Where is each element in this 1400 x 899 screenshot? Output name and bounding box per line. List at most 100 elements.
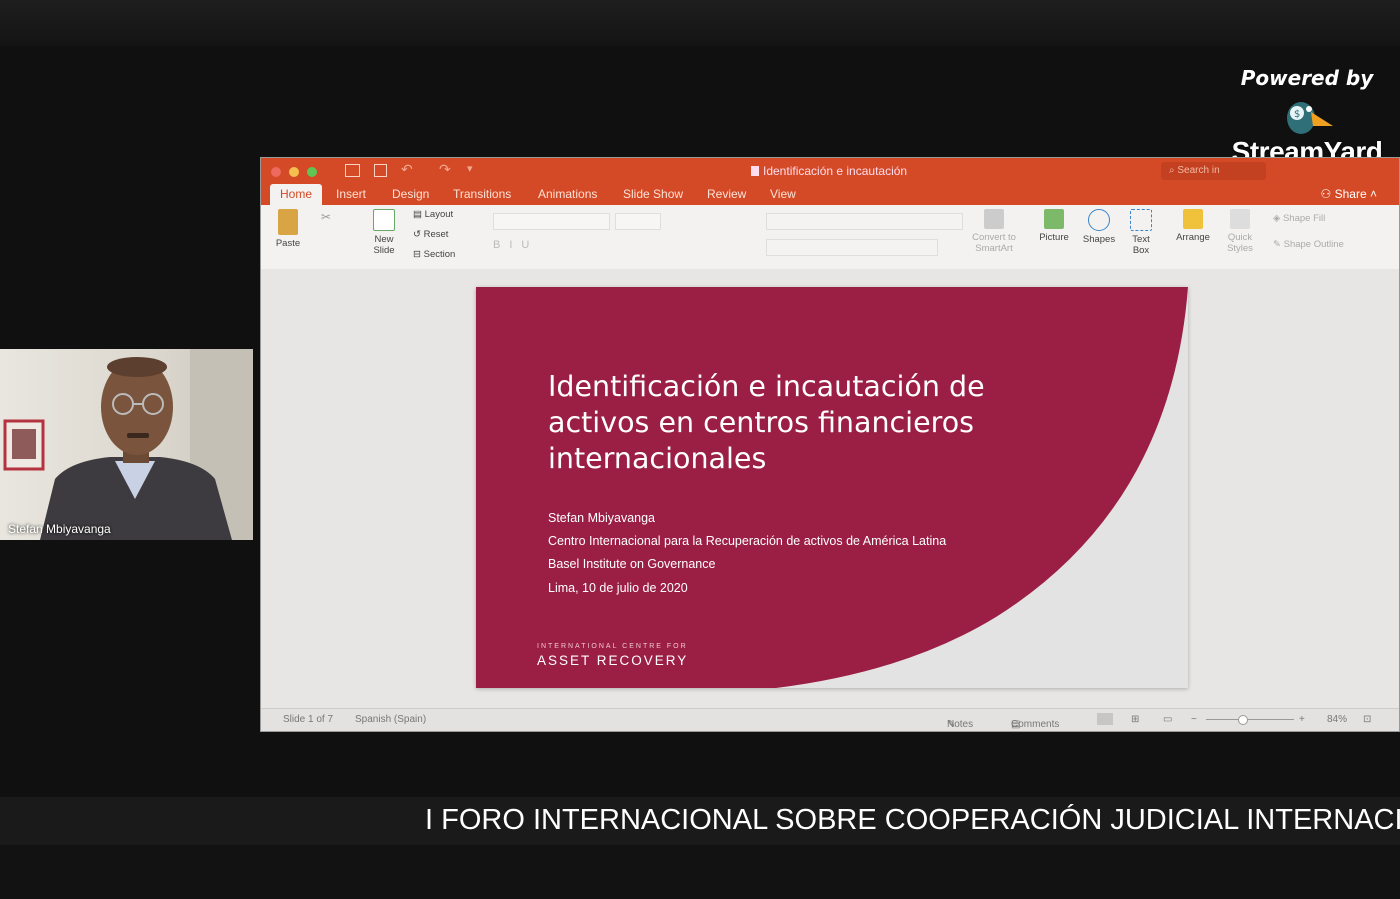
zoom-level[interactable]: 84% [1327,714,1347,725]
streamyard-logo-icon: $ [1277,96,1337,140]
slide-title-line: internacionales [548,442,767,475]
slide-author: Stefan Mbiyavanga [548,511,656,525]
window-title-text: Identificación e incautación [763,164,908,178]
document-icon [751,166,759,176]
text-box-button[interactable]: Text Box [1127,209,1155,256]
close-window-icon[interactable] [271,167,281,177]
font-name-select[interactable] [493,213,610,230]
save-icon[interactable] [374,164,387,177]
slide-footer-big: ASSET RECOVERY [537,653,689,668]
section-label: Section [423,249,456,260]
notes-label: Notes [947,719,974,730]
powered-by-label: Powered by [1240,66,1374,90]
powerpoint-window: ↶ ↷ ▾ Identificación e incautación ⌕ Sea… [260,157,1400,732]
arrange-button[interactable]: Arrange [1173,209,1213,243]
shapes-button[interactable]: Shapes [1081,209,1117,245]
news-ticker: I FORO INTERNACIONAL SOBRE COOPERACIÓN J… [0,797,1400,845]
clipboard-icon [278,209,298,235]
zoom-slider[interactable] [1206,719,1294,720]
slide-counter: Slide 1 of 7 [283,714,334,725]
quick-styles-label: Quick Styles [1227,232,1253,254]
redo-icon[interactable]: ↷ [439,161,451,178]
tab-home[interactable]: Home [270,184,323,205]
font-size-select[interactable] [615,213,661,230]
new-slide-button[interactable]: New Slide [365,209,403,256]
comments-label: Comments [1011,719,1060,730]
toggle-sidebar-icon[interactable] [345,164,360,177]
reset-icon: ↺ [413,229,424,240]
smartart-icon [984,209,1004,229]
arrange-label: Arrange [1176,232,1210,243]
title-slide[interactable]: Identificación e incautación de activos … [476,287,1188,688]
shapes-icon [1088,209,1110,231]
maximize-window-icon[interactable] [307,167,317,177]
presenter-view-icon[interactable]: ▭ [1163,714,1172,725]
slide-title-line: Identificación e incautación de [548,370,985,403]
tab-insert[interactable]: Insert [336,187,366,201]
language-indicator[interactable]: Spanish (Spain) [355,714,426,725]
shape-outline-label: Shape Outline [1283,239,1344,250]
undo-icon[interactable]: ↶ [401,161,413,178]
streamyard-branding: Powered by $ StreamYard [1222,66,1392,168]
new-slide-label: New Slide [373,234,395,256]
ribbon-toolbar: Paste ✂ New Slide ▤ Layout ↺ Reset ⊟ Sec… [261,205,1399,270]
reset-button[interactable]: ↺ Reset [413,229,448,240]
paragraph-controls [766,213,966,257]
zoom-in-icon[interactable]: + [1299,714,1305,725]
ticker-text: I FORO INTERNACIONAL SOBRE COOPERACIÓN J… [425,804,1400,836]
shapes-label: Shapes [1082,234,1116,245]
svg-text:$: $ [1294,109,1300,120]
normal-view-icon[interactable] [1097,713,1113,725]
layout-label: Layout [424,209,454,220]
slide-canvas: Identificación e incautación de activos … [261,269,1399,710]
quick-styles-button[interactable]: Quick Styles [1221,209,1259,254]
align-buttons[interactable] [766,239,938,256]
layout-button[interactable]: ▤ Layout [413,209,453,220]
paste-button[interactable]: Paste [273,209,303,249]
slide-org1: Centro Internacional para la Recuperació… [548,534,947,548]
picture-button[interactable]: Picture [1036,209,1072,243]
tab-transitions[interactable]: Transitions [453,187,511,201]
customize-toolbar-icon[interactable]: ▾ [467,162,473,175]
window-titlebar: ↶ ↷ ▾ Identificación e incautación ⌕ Sea… [261,158,1399,184]
picture-label: Picture [1039,232,1069,243]
cut-icon[interactable]: ✂ [321,210,331,224]
section-button[interactable]: ⊟ Section [413,249,455,260]
pen-icon: ✎ [1273,239,1284,250]
shape-fill-button[interactable]: ◈ Shape Fill [1273,213,1325,224]
tab-design[interactable]: Design [392,187,429,201]
search-input[interactable]: ⌕ Search in [1161,162,1266,180]
slide-background-shape [476,287,1188,688]
paint-bucket-icon: ◈ [1273,213,1283,224]
shape-fill-label: Shape Fill [1282,213,1326,224]
zoom-slider-handle[interactable] [1238,715,1248,725]
slide-footer-small: INTERNATIONAL CENTRE FOR [537,643,688,650]
convert-smartart-button[interactable]: Convert to SmartArt [967,209,1021,254]
slide-title: Identificación e incautación de activos … [548,369,1018,477]
search-placeholder: Search in [1177,165,1220,176]
tab-view[interactable]: View [770,187,796,201]
add-person-icon: ⚇ [1320,187,1335,201]
picture-icon [1044,209,1064,229]
tab-animations[interactable]: Animations [538,187,597,201]
participant-name-label: Stefan Mbiyavanga [8,522,111,536]
format-buttons[interactable]: BIU [493,239,743,253]
bottom-bar [0,845,1400,899]
list-buttons[interactable] [766,213,963,230]
shape-outline-button[interactable]: ✎ Shape Outline [1273,239,1344,250]
zoom-out-icon[interactable]: − [1191,714,1197,725]
fit-to-window-icon[interactable]: ⊡ [1363,714,1371,725]
slide-sorter-icon[interactable]: ⊞ [1131,714,1139,725]
participant-video-icon [3,349,253,540]
participant-camera: Stefan Mbiyavanga [0,349,253,540]
share-button[interactable]: ⚇ Share ˄ [1321,187,1377,201]
convert-smartart-label: Convert to SmartArt [972,232,1016,254]
text-box-label: Text Box [1132,234,1150,256]
layout-icon: ▤ [413,209,425,220]
tab-slide-show[interactable]: Slide Show [623,187,683,201]
text-box-icon [1130,209,1152,231]
font-controls: BIU [493,213,753,257]
share-label: Share [1334,187,1367,201]
tab-review[interactable]: Review [707,187,746,201]
minimize-window-icon[interactable] [289,167,299,177]
